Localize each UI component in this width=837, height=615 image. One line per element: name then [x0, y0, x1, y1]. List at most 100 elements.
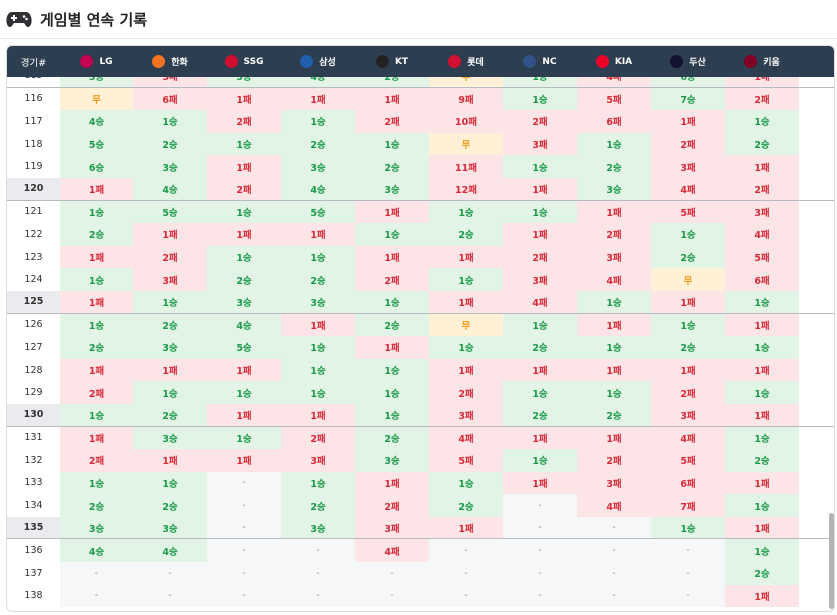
streak-cell: 4승 [133, 177, 207, 200]
streak-cell: 1승 [355, 403, 429, 426]
streak-cell: 1승 [577, 381, 651, 404]
streak-cell: 2승 [503, 336, 577, 359]
team-logo-icon [670, 55, 684, 68]
streak-cell: 1승 [503, 77, 577, 87]
table-row: 136 4승 4승 - -4패 - - - -1승 [7, 539, 834, 563]
streak-cell: - [503, 562, 577, 585]
streak-cell: 1승 [651, 223, 725, 246]
streak-cell: 3승 [133, 516, 207, 539]
streak-cell: 3승 [207, 290, 281, 313]
table-row: 135 3승 3승 -3승 3패 1패 - -1승 1패 [7, 516, 834, 540]
streak-cell: 3패 [281, 449, 355, 472]
team-logo-icon [152, 55, 166, 68]
streak-cell: - [429, 562, 503, 585]
streak-cell: - [651, 562, 725, 585]
streak-cell: 6패 [577, 110, 651, 133]
streak-cell: 2승 [60, 336, 133, 359]
streak-cell: 4패 [577, 268, 651, 291]
streak-cell: 1패 [725, 313, 799, 337]
team-header-9: 키움 [725, 46, 799, 77]
gamepad-icon [6, 12, 32, 27]
streak-cell: 2패 [503, 110, 577, 133]
streak-cell: 2승 [725, 132, 799, 156]
streak-cell: 3패 [725, 200, 799, 224]
streak-cell: 2패 [503, 245, 577, 269]
streak-cell: 2승 [503, 403, 577, 426]
game-number: 135 [7, 516, 60, 539]
table-body[interactable]: 1153승5패3승4승2승무1승4패6승1패116무6패1패1패1패9패1승5패… [7, 77, 834, 611]
game-number: 133 [24, 477, 43, 489]
vertical-scrollbar[interactable] [829, 513, 834, 609]
table-row: 121 1승 5승 1승 5승 1패 1승 1승 1패 5패 3패 [7, 200, 834, 224]
team-name: 두산 [689, 58, 706, 68]
streak-cell: 1패 [281, 223, 355, 246]
streak-cell: 1승 [355, 132, 429, 156]
streak-cell: 3패 [429, 403, 503, 426]
team-name: 삼성 [319, 58, 336, 68]
streak-cell: 1패 [651, 110, 725, 133]
streak-cell: 무 [429, 313, 503, 337]
streak-cell: 3승 [133, 155, 207, 178]
streak-cell: - [133, 562, 207, 585]
team-name: KT [394, 56, 409, 67]
team-header-1: 한화 [133, 46, 207, 77]
streak-cell: 1패 [355, 336, 429, 359]
team-logo-icon [744, 55, 758, 68]
game-number: 118 [24, 138, 43, 150]
streak-cell: 1패 [207, 223, 281, 246]
streak-cell: 1승 [281, 358, 355, 382]
streak-cell: 2패 [355, 268, 429, 291]
streak-cell: 1패 [577, 358, 651, 382]
streak-cell: 1승 [133, 290, 207, 313]
streak-cell: 1승 [577, 336, 651, 359]
table-row: 132 2패 1패 1패 3패 3승 5패 1승 2패 5패 2승 [7, 449, 834, 472]
table-row: 130 1승 2승 1패 1패 1승 3패 2승 2승 3패 1패 [7, 403, 834, 427]
streak-cell: 1패 [281, 313, 355, 337]
streak-cell: 1패 [133, 358, 207, 382]
streak-cell: 1승 [651, 516, 725, 539]
game-number: 115 [7, 77, 60, 87]
streak-cell: 2승 [651, 336, 725, 359]
streak-cell: 4승 [281, 177, 355, 200]
streak-cell: 6승 [60, 155, 133, 178]
streak-cell: 1패 [725, 516, 799, 539]
streak-cell: 1승 [60, 200, 133, 224]
streak-cell: 3패 [503, 268, 577, 291]
streak-cell: 1승 [355, 223, 429, 246]
streak-cell: 2패 [429, 381, 503, 404]
streak-cell: 1승 [429, 200, 503, 224]
streak-cell: 1패 [429, 358, 503, 382]
streak-cell: 2승 [133, 494, 207, 517]
table-row: 134 2승 2승 -2승 2패 2승 -4패 7패 1승 [7, 494, 834, 517]
streak-cell: 1승 [429, 336, 503, 359]
streak-cell: 1패 [429, 245, 503, 269]
game-number: 122 [24, 228, 43, 240]
streak-cell: 4패 [725, 223, 799, 246]
streak-cell: 5패 [429, 449, 503, 472]
table-row: 1153승5패3승4승2승무1승4패6승1패 [7, 77, 834, 88]
streak-cell: 2패 [207, 177, 281, 200]
streak-cell: 1패 [725, 358, 799, 382]
streak-cell: 1패 [577, 426, 651, 450]
streak-cell: 2패 [577, 449, 651, 472]
streak-cell: 3승 [577, 177, 651, 200]
streak-cell: - [355, 562, 429, 585]
streak-cell: 5패 [725, 245, 799, 269]
streak-cell: 1패 [60, 245, 133, 269]
streak-cell: 1승 [281, 336, 355, 359]
streak-cell: - [577, 562, 651, 585]
streak-table: 경기# LG한화SSG삼성KT롯데NCKIA두산키움 1153승5패3승4승2승… [6, 45, 835, 612]
streak-cell: - [577, 516, 651, 539]
streak-cell: 3승 [207, 77, 281, 87]
streak-cell: 1패 [725, 471, 799, 495]
streak-cell: 1패 [207, 403, 281, 426]
streak-cell: 11패 [429, 155, 503, 178]
header-divider [0, 38, 837, 39]
table-header: 경기# LG 한화 SSG 삼성 KT 롯데 NC KIA 두산 키움 [7, 46, 834, 77]
streak-cell: - [355, 584, 429, 608]
streak-cell: 2패 [651, 132, 725, 156]
streak-cell: 1패 [355, 245, 429, 269]
streak-cell: 2승 [577, 155, 651, 178]
streak-cell: 2승 [60, 494, 133, 517]
game-number: 124 [24, 274, 43, 286]
